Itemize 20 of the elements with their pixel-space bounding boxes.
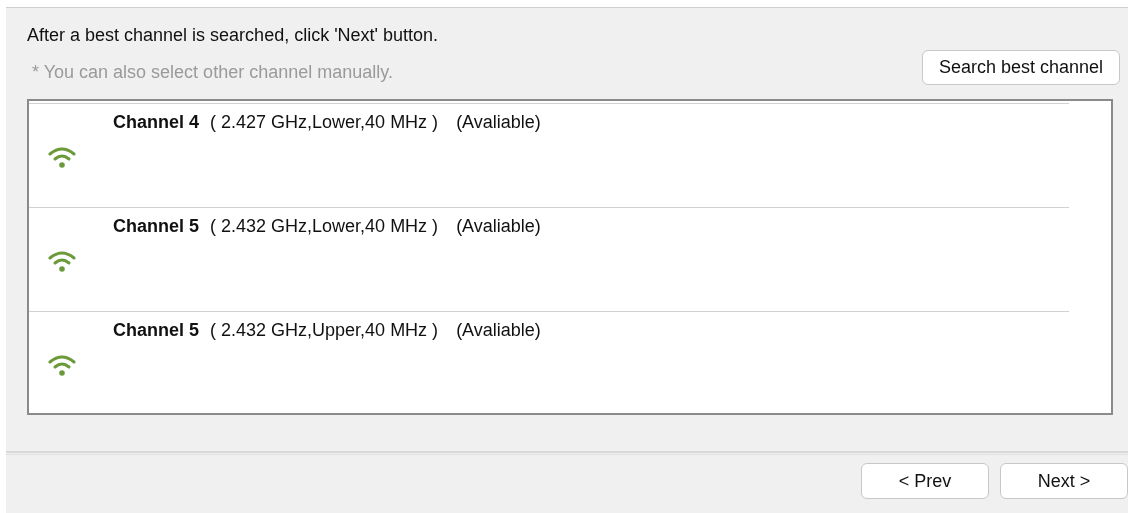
search-button[interactable]: Search best channel bbox=[921, 50, 1120, 85]
channel-name: Channel 5 bbox=[113, 215, 200, 237]
channel-item[interactable]: Channel 5 ( 2.432 GHz,Upper,40 MHz ) (Avaliable) bbox=[29, 311, 1069, 415]
channel-frequency: ( 2.432 GHz,Upper,40 MHz ) bbox=[210, 319, 439, 341]
channel-frequency: ( 2.432 GHz,Lower,40 MHz ) bbox=[210, 215, 439, 237]
hint-text: * You can also select other channel manually. bbox=[32, 60, 393, 83]
instruction-text: After a best channel is searched, click 'Next' button. bbox=[27, 24, 440, 46]
prev-button[interactable]: < Prev bbox=[861, 463, 989, 499]
channel-item[interactable]: Channel 4 ( 2.427 GHz,Lower,40 MHz ) (Avaliable) bbox=[29, 103, 1069, 207]
channel-status: (Avaliable) bbox=[456, 215, 541, 237]
next-button[interactable]: Next > bbox=[1000, 463, 1128, 499]
wifi-icon bbox=[47, 249, 77, 273]
wifi-icon bbox=[47, 145, 77, 169]
wifi-icon bbox=[47, 353, 77, 377]
channel-name: Channel 5 bbox=[113, 319, 200, 341]
channel-item[interactable]: Channel 5 ( 2.432 GHz,Lower,40 MHz ) (Avaliable) bbox=[29, 207, 1069, 311]
channel-frequency: ( 2.427 GHz,Lower,40 MHz ) bbox=[210, 111, 439, 133]
channel-name: Channel 4 bbox=[113, 111, 200, 133]
channel-status: (Avaliable) bbox=[456, 319, 541, 341]
channel-status: (Avaliable) bbox=[456, 111, 541, 133]
